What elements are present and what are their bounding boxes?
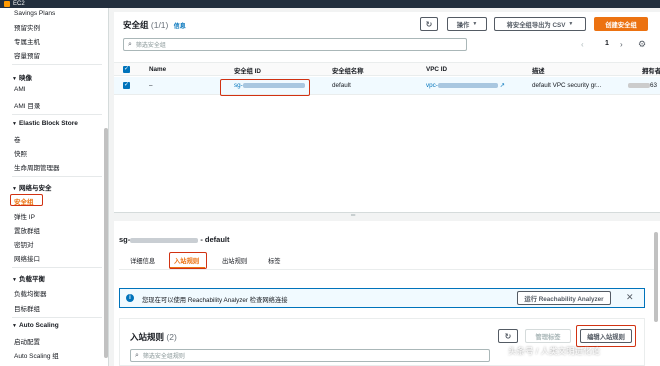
highlight-box bbox=[220, 79, 310, 96]
divider bbox=[12, 317, 102, 318]
row-name: – bbox=[149, 82, 153, 89]
sidebar-item-dedicated[interactable]: 专属主机 bbox=[14, 36, 40, 46]
sidebar-item-key-pairs[interactable]: 密钥对 bbox=[14, 239, 34, 249]
sidebar-item-ami-catalog[interactable]: AMI 目录 bbox=[14, 100, 40, 110]
sidebar-scrollbar[interactable] bbox=[104, 128, 108, 358]
watermark: 头条号 / 人类文明进化论 bbox=[508, 346, 601, 356]
row-group-name: default bbox=[332, 82, 351, 89]
prev-page-icon[interactable]: ‹ bbox=[581, 40, 584, 49]
sidebar-item-savings-plans[interactable]: Savings Plans bbox=[14, 10, 55, 17]
divider bbox=[12, 267, 102, 268]
sidebar-item-volumes[interactable]: 卷 bbox=[14, 134, 21, 144]
refresh-button[interactable]: ↻ bbox=[420, 17, 438, 31]
col-sg-name[interactable]: 安全组名称 bbox=[332, 66, 363, 75]
table-row[interactable]: ✓ – sg- default vpc- ↗ default VPC secur… bbox=[114, 77, 660, 95]
tab-details[interactable]: 详细信息 bbox=[130, 256, 155, 265]
rules-title: 入站规则 (2) bbox=[130, 332, 177, 342]
service-name[interactable]: EC2 bbox=[13, 1, 25, 7]
aws-topbar: EC2 bbox=[0, 0, 660, 8]
rules-search-input[interactable]: ⌕ 筛选安全组规则 bbox=[130, 349, 490, 362]
sidebar-section-ebs[interactable]: ▼ Elastic Block Store bbox=[12, 120, 78, 127]
sidebar-item-launch-configs[interactable]: 启动配置 bbox=[14, 336, 40, 346]
drag-handle-icon[interactable]: ═ bbox=[351, 213, 355, 219]
col-owner[interactable]: 拥有者 bbox=[642, 66, 660, 75]
sidebar-item-capacity[interactable]: 容量预留 bbox=[14, 50, 40, 60]
search-icon: ⌕ bbox=[135, 351, 139, 359]
divider bbox=[12, 64, 102, 65]
tab-tags[interactable]: 标签 bbox=[268, 256, 281, 265]
manage-tags-button[interactable]: 管理标签 bbox=[525, 329, 571, 343]
sidebar-item-load-balancers[interactable]: 负载均衡器 bbox=[14, 288, 47, 298]
table-header: ✓ Name 安全组 ID 安全组名称 VPC ID 描述 拥有者 bbox=[114, 62, 660, 76]
sidebar-item-lifecycle[interactable]: 生命周期管理器 bbox=[14, 162, 60, 172]
refresh-icon: ↻ bbox=[504, 331, 512, 341]
redacted-owner bbox=[628, 82, 650, 88]
sidebar-item-reserved[interactable]: 预留实例 bbox=[14, 22, 40, 32]
tabs-divider bbox=[119, 269, 654, 270]
create-security-group-button[interactable]: 创建安全组 bbox=[594, 17, 648, 31]
highlight-box bbox=[10, 194, 43, 206]
next-page-icon[interactable]: › bbox=[620, 40, 623, 49]
panel-splitter[interactable]: ═ bbox=[114, 212, 660, 220]
caret-down-icon: ▼ bbox=[12, 323, 17, 329]
sidebar-item-asg[interactable]: Auto Scaling 组 bbox=[14, 350, 59, 360]
col-vpc-id[interactable]: VPC ID bbox=[426, 66, 447, 73]
highlight-box bbox=[169, 252, 207, 269]
redacted-id bbox=[130, 237, 199, 243]
sidebar-item-snapshots[interactable]: 快照 bbox=[14, 148, 27, 158]
redacted-vpc bbox=[437, 82, 498, 88]
info-alert: i 您现在可以使用 Reachability Analyzer 检查网络连接 运… bbox=[119, 288, 645, 308]
tab-outbound-rules[interactable]: 出站规则 bbox=[222, 256, 247, 265]
row-owner: 63 bbox=[628, 82, 657, 89]
info-link[interactable]: 信息 bbox=[174, 24, 186, 30]
sidebar: Savings Plans 预留实例 专属主机 容量预留 ▼ 映像 AMI AMI… bbox=[0, 8, 109, 366]
close-icon[interactable]: ✕ bbox=[626, 292, 634, 303]
col-sg-id[interactable]: 安全组 ID bbox=[234, 66, 261, 75]
settings-gear-icon[interactable]: ⚙ bbox=[638, 39, 646, 50]
search-input[interactable]: ⌕ 筛选安全组 bbox=[123, 38, 467, 51]
caret-down-icon: ▼ bbox=[568, 21, 574, 27]
sidebar-item-ami[interactable]: AMI bbox=[14, 86, 26, 93]
caret-down-icon: ▼ bbox=[472, 21, 478, 27]
caret-down-icon: ▼ bbox=[12, 186, 17, 192]
export-csv-button[interactable]: 将安全组导出为 CSV ▼ bbox=[494, 17, 586, 31]
select-all-checkbox[interactable]: ✓ bbox=[123, 66, 130, 73]
row-description: default VPC security gr... bbox=[532, 82, 602, 89]
highlight-box bbox=[576, 325, 636, 347]
caret-down-icon: ▼ bbox=[12, 121, 17, 127]
col-name[interactable]: Name bbox=[149, 66, 166, 73]
divider bbox=[12, 176, 102, 177]
sidebar-item-network-interfaces[interactable]: 网络接口 bbox=[14, 253, 40, 263]
sidebar-section-load-balancing[interactable]: ▼ 负载平衡 bbox=[12, 273, 45, 283]
divider bbox=[12, 114, 102, 115]
alert-text: 您现在可以使用 Reachability Analyzer 检查网络连接 bbox=[142, 297, 288, 304]
selection-count: (1/1) bbox=[150, 20, 169, 30]
search-icon: ⌕ bbox=[128, 40, 132, 48]
ec2-icon bbox=[4, 1, 10, 7]
sidebar-section-images[interactable]: ▼ 映像 bbox=[12, 72, 32, 82]
sidebar-section-network[interactable]: ▼ 网络与安全 bbox=[12, 182, 51, 192]
run-reachability-button[interactable]: 运行 Reachability Analyzer bbox=[517, 291, 611, 305]
sidebar-item-elastic-ip[interactable]: 弹性 IP bbox=[14, 211, 35, 221]
page-number[interactable]: 1 bbox=[605, 40, 609, 47]
caret-down-icon: ▼ bbox=[12, 76, 17, 82]
external-link-icon: ↗ bbox=[499, 82, 505, 89]
row-checkbox[interactable]: ✓ bbox=[123, 82, 130, 89]
detail-scrollbar[interactable] bbox=[654, 232, 658, 322]
sidebar-item-target-groups[interactable]: 目标群组 bbox=[14, 303, 40, 313]
actions-button[interactable]: 操作 ▼ bbox=[447, 17, 487, 31]
col-description[interactable]: 描述 bbox=[532, 66, 545, 75]
info-icon: i bbox=[126, 294, 134, 302]
row-vpc-id[interactable]: vpc- ↗ bbox=[426, 82, 505, 89]
detail-header: sg- - default bbox=[119, 235, 230, 244]
page-title: 安全组 (1/1) 信息 bbox=[123, 20, 186, 30]
sidebar-item-placement[interactable]: 置放群组 bbox=[14, 225, 40, 235]
sidebar-section-auto-scaling[interactable]: ▼ Auto Scaling bbox=[12, 322, 59, 329]
rules-refresh-button[interactable]: ↻ bbox=[498, 329, 518, 343]
refresh-icon: ↻ bbox=[425, 19, 433, 29]
caret-down-icon: ▼ bbox=[12, 277, 17, 283]
